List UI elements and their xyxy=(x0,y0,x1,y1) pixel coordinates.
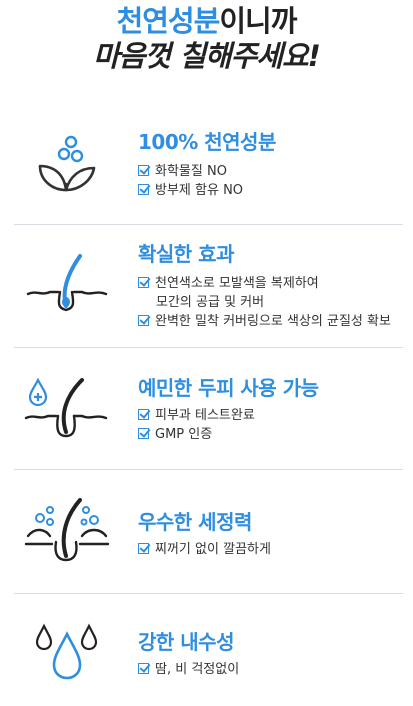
feature-list: 피부과 테스트완료 GMP 인증 xyxy=(138,406,255,444)
divider xyxy=(14,224,403,225)
feature-list: 화학물질 NO 방부제 함유 NO xyxy=(138,162,243,200)
hero-highlight: 천연성분 xyxy=(116,4,221,38)
sensitive-scalp-icon xyxy=(24,377,108,438)
hero-line1-rest: 이니까 xyxy=(219,4,297,38)
divider xyxy=(14,469,403,470)
section-title: 예민한 두피 사용 가능 xyxy=(138,376,319,400)
checkbox-icon xyxy=(138,409,149,420)
list-item: 피부과 테스트완료 xyxy=(138,406,255,425)
list-item: 화학물질 NO xyxy=(138,162,243,181)
hero-heading: 천연성분이니까 마음껏 칠해주세요! xyxy=(0,0,413,74)
list-item: 완벽한 밀착 커버링으로 색상의 균질성 확보 xyxy=(138,312,391,331)
cleansing-bubbles-icon xyxy=(24,498,110,562)
section-title: 100% 천연성분 xyxy=(138,130,276,154)
hero-line2: 마음껏 칠해주세요! xyxy=(93,39,321,73)
hair-follicle-icon xyxy=(26,254,108,312)
divider xyxy=(14,347,403,348)
feature-list: 천연색소로 모발색을 복제하여 모간의 공급 및 커버 완벽한 밀착 커버링으로… xyxy=(138,274,391,331)
feature-list: 찌꺼기 없이 깔끔하게 xyxy=(138,540,271,559)
list-item: 방부제 함유 NO xyxy=(138,181,243,200)
checkbox-icon xyxy=(138,663,149,674)
plant-sprout-icon xyxy=(38,135,96,192)
section-title: 확실한 효과 xyxy=(138,242,234,266)
section-title: 우수한 세정력 xyxy=(138,510,252,534)
water-drops-icon xyxy=(35,623,98,680)
list-item: 모간의 공급 및 커버 xyxy=(156,295,265,310)
list-item: 땀, 비 걱정없이 xyxy=(138,660,239,679)
section-title: 강한 내수성 xyxy=(138,630,234,654)
checkbox-icon xyxy=(138,543,149,554)
list-item: 찌꺼기 없이 깔끔하게 xyxy=(138,540,271,559)
checkbox-icon xyxy=(138,277,149,288)
list-item: 천연색소로 모발색을 복제하여 xyxy=(138,274,391,293)
feature-list: 땀, 비 걱정없이 xyxy=(138,660,239,679)
checkbox-icon xyxy=(138,184,149,195)
list-item: GMP 인증 xyxy=(138,425,255,444)
checkbox-icon xyxy=(138,428,149,439)
checkbox-icon xyxy=(138,165,149,176)
divider xyxy=(14,593,403,594)
checkbox-icon xyxy=(138,315,149,326)
